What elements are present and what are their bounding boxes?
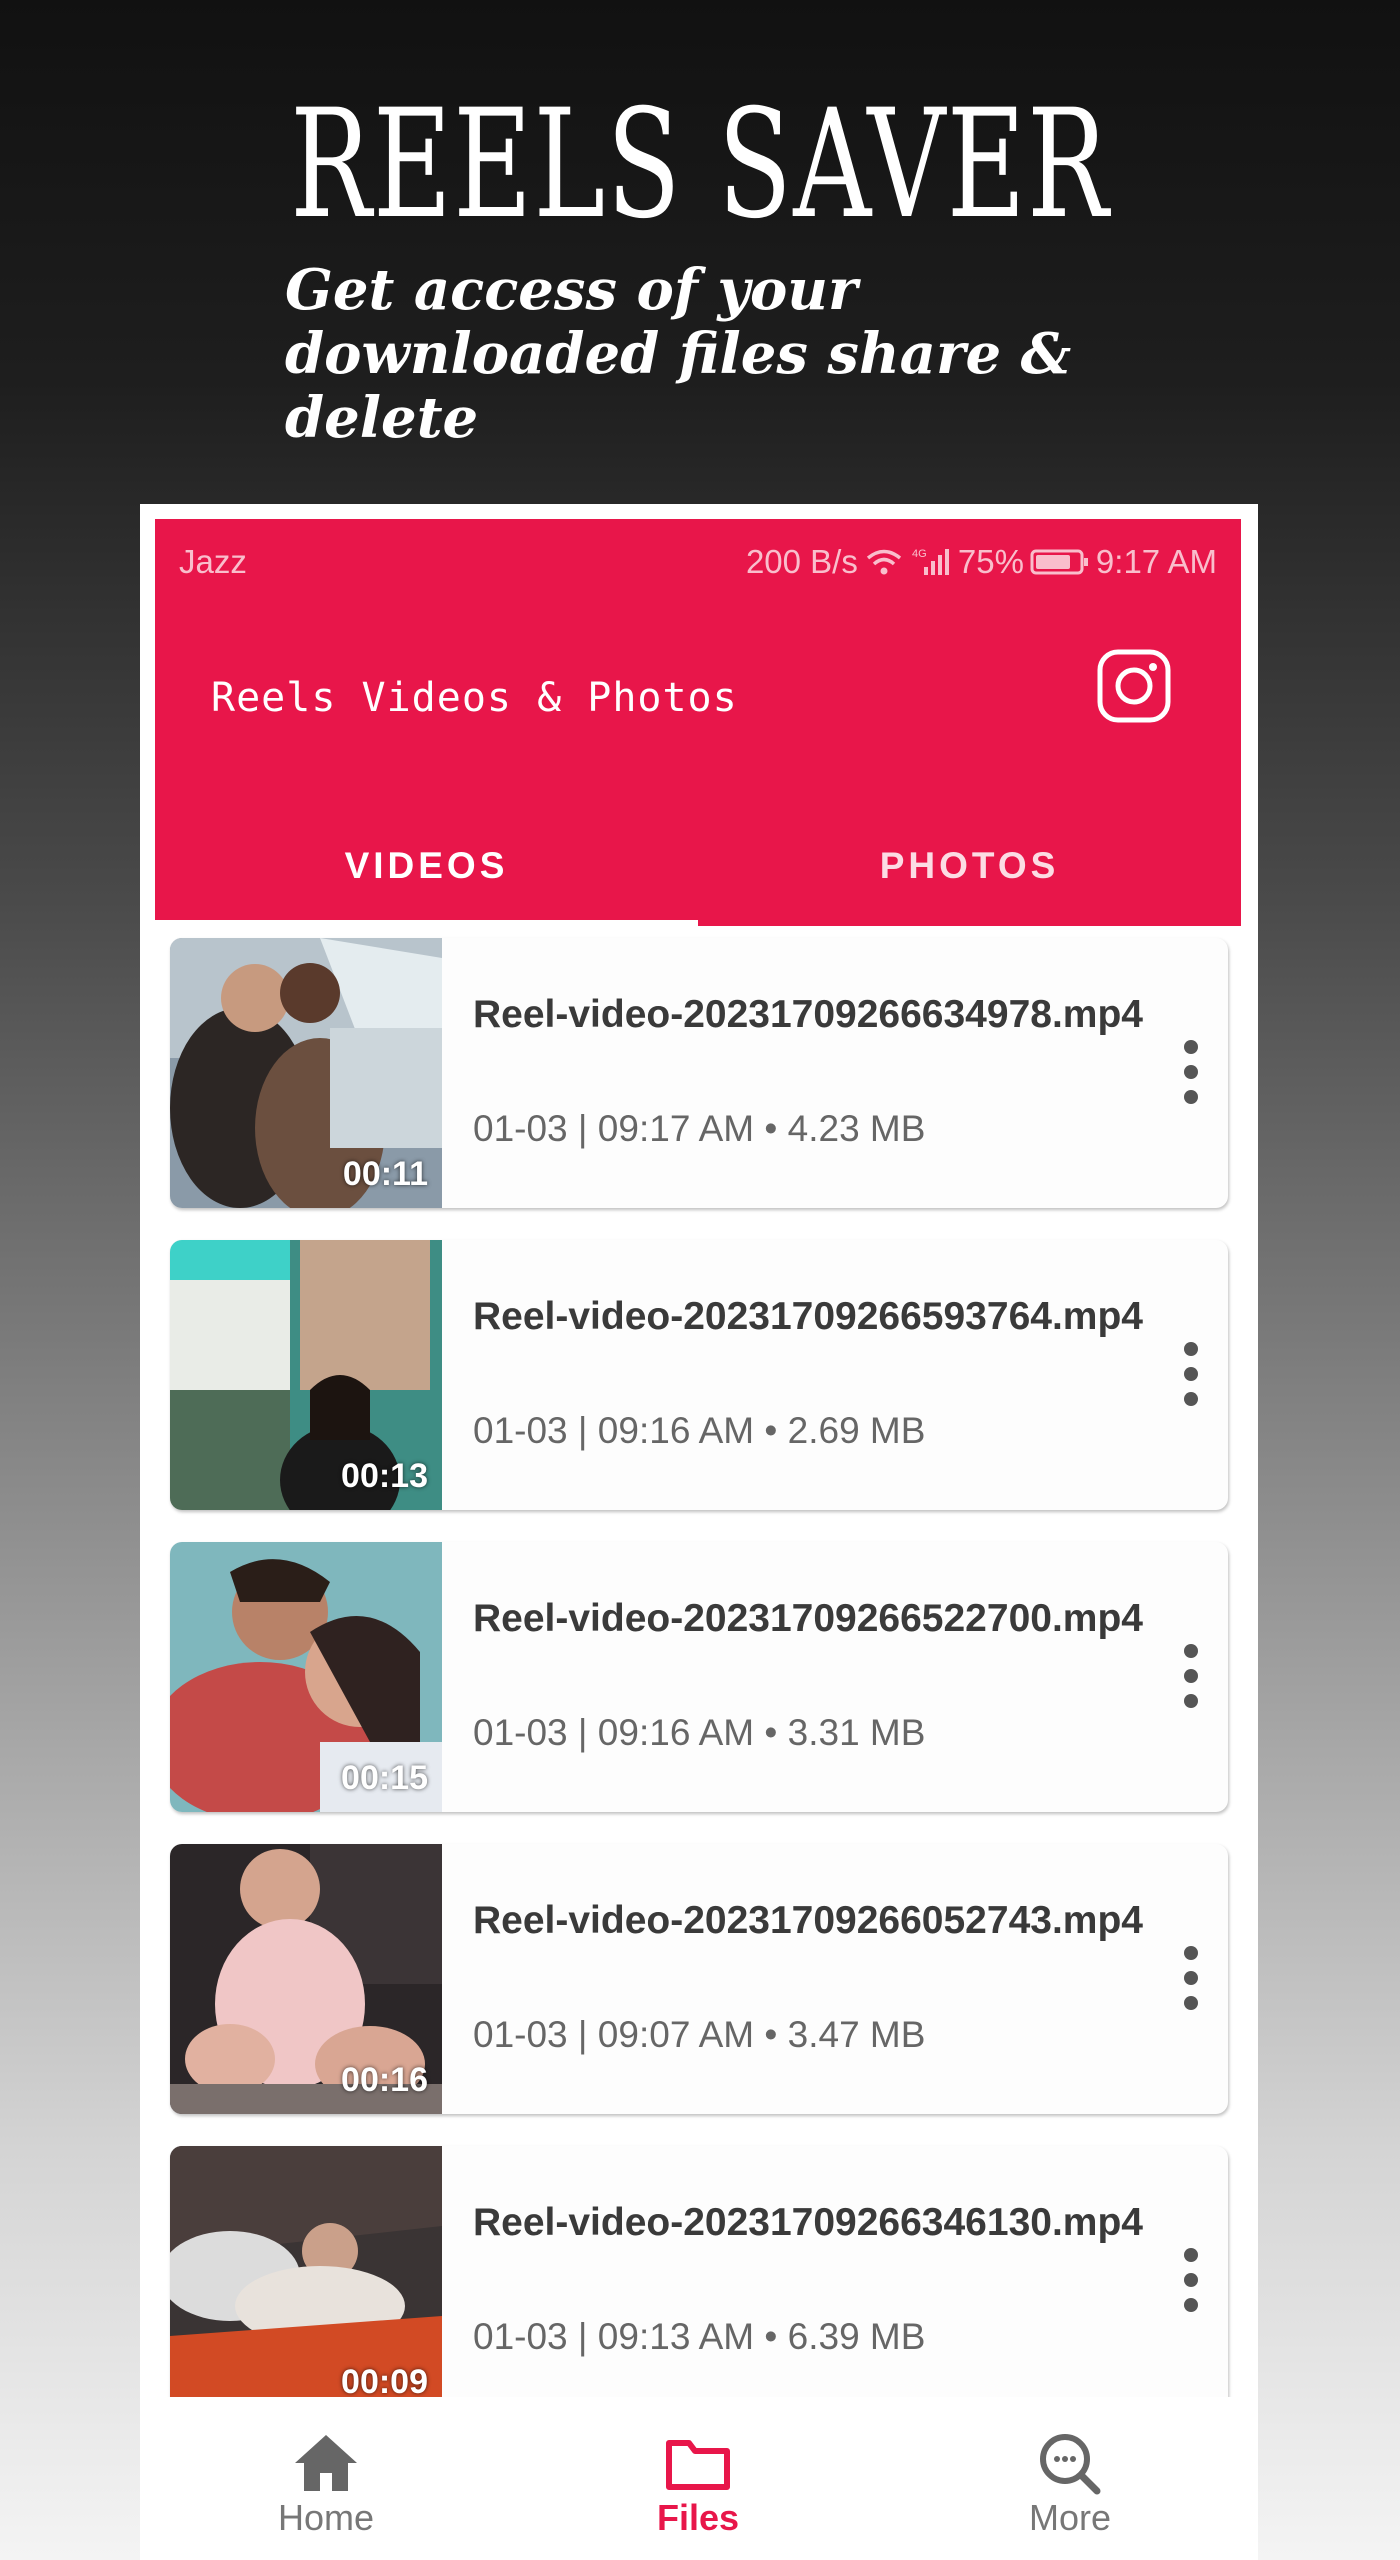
video-meta: 01-03 | 09:13 AM • 6.39 MB <box>473 2316 926 2357</box>
wifi-icon <box>866 549 901 575</box>
search-icon <box>1040 2434 1101 2495</box>
phone-screen: Jazz 200 B/s 4G 75% 9:17 AM Reels Videos… <box>140 504 1258 2560</box>
promo-subtitle: Get access of your downloaded files shar… <box>285 257 1072 451</box>
video-filename: Reel-video-20231709266052743.mp4 <box>473 1899 1143 1942</box>
nav-home[interactable]: Home <box>140 2397 512 2560</box>
video-duration: 00:15 <box>341 1759 428 1797</box>
tab-indicator <box>155 920 698 926</box>
more-options-icon[interactable] <box>1176 1946 1206 2012</box>
video-card[interactable]: 00:11 Reel-video-2023170926663497​8.mp4 … <box>170 938 1228 1208</box>
more-options-icon[interactable] <box>1176 1644 1206 1710</box>
status-bar: Jazz 200 B/s 4G 75% 9:17 AM <box>155 519 1241 599</box>
video-thumbnail[interactable]: 00:15 <box>170 1542 442 1812</box>
tab-videos-label: VIDEOS <box>344 845 509 886</box>
nav-files[interactable]: Files <box>512 2397 884 2560</box>
video-filename: Reel-video-20231709266522700.mp4 <box>473 1597 1143 1640</box>
promo-title: REELS SAVER <box>290 78 1110 252</box>
app-bar-title: Reels Videos & Photos <box>211 675 738 721</box>
video-card[interactable]: 00:09 Reel-video-20231709266346130.mp4 0… <box>170 2146 1228 2416</box>
video-meta: 01-03 | 09:16 AM • 2.69 MB <box>473 1410 926 1451</box>
more-options-icon[interactable] <box>1176 2248 1206 2314</box>
tab-photos-label: PHOTOS <box>879 845 1060 886</box>
signal-icon: 4G <box>912 548 949 575</box>
nav-more[interactable]: More <box>884 2397 1256 2560</box>
video-thumbnail[interactable]: 00:09 <box>170 2146 442 2416</box>
video-filename: Reel-video-20231709266593764.mp4 <box>473 1295 1143 1338</box>
battery-icon <box>1030 549 1088 575</box>
nav-more-label: More <box>1028 2497 1112 2538</box>
video-duration: 00:13 <box>341 1457 428 1495</box>
video-meta: 01-03 | 09:17 AM • 4.23 MB <box>473 1108 926 1149</box>
video-duration: 00:16 <box>341 2061 428 2099</box>
video-thumbnail[interactable]: 00:11 <box>170 938 442 1208</box>
svg-text:4G: 4G <box>912 548 927 560</box>
nav-home-label: Home <box>277 2497 375 2538</box>
more-options-icon[interactable] <box>1176 1342 1206 1408</box>
video-thumbnail[interactable]: 00:13 <box>170 1240 442 1510</box>
nav-files-label: Files <box>656 2497 740 2538</box>
home-icon <box>295 2435 357 2491</box>
bottom-navigation: Home Files More <box>140 2397 1258 2560</box>
status-indicators: 200 B/s 4G 75% 9:17 AM <box>746 543 1217 581</box>
tab-photos[interactable]: PHOTOS <box>698 829 1241 926</box>
video-card[interactable]: 00:16 Reel-video-20231709266052743.mp4 0… <box>170 1844 1228 2114</box>
network-speed: 200 B/s <box>745 543 858 580</box>
video-filename: Reel-video-20231709266346130.mp4 <box>473 2201 1143 2244</box>
video-meta: 01-03 | 09:07 AM • 3.47 MB <box>473 2014 926 2055</box>
clock: 9:17 AM <box>1095 543 1217 580</box>
video-duration: 00:11 <box>342 1155 428 1193</box>
carrier-label: Jazz <box>179 543 247 580</box>
video-meta: 01-03 | 09:16 AM • 3.31 MB <box>473 1712 926 1753</box>
instagram-icon[interactable] <box>1095 647 1173 725</box>
video-card[interactable]: 00:13 Reel-video-20231709266593764.mp4 0… <box>170 1240 1228 1510</box>
video-card[interactable]: 00:15 Reel-video-20231709266522700.mp4 0… <box>170 1542 1228 1812</box>
video-thumbnail[interactable]: 00:16 <box>170 1844 442 2114</box>
video-filename: Reel-video-2023170926663497​8.mp4 <box>473 993 1143 1036</box>
app-header: Jazz 200 B/s 4G 75% 9:17 AM Reels Videos… <box>155 519 1241 926</box>
more-options-icon[interactable] <box>1176 1040 1206 1106</box>
tab-videos[interactable]: VIDEOS <box>155 829 698 926</box>
folder-icon <box>666 2440 730 2490</box>
battery-percent: 75% <box>957 543 1024 580</box>
